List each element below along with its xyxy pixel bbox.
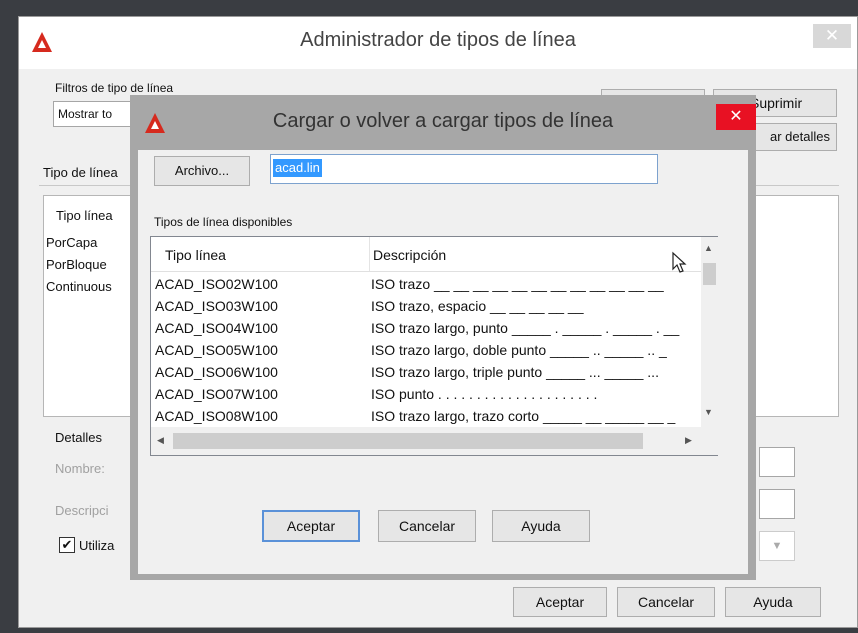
column-divider: [369, 237, 370, 271]
use-checkbox-label: Utiliza: [79, 538, 115, 553]
row-type: ACAD_ISO02W100: [155, 276, 278, 292]
list-item[interactable]: PorCapa: [46, 235, 97, 250]
row-type: ACAD_ISO08W100: [155, 408, 278, 424]
outer-close-button[interactable]: ✕: [813, 24, 851, 48]
description-label: Descripci: [55, 503, 109, 518]
filter-label: Filtros de tipo de línea: [55, 81, 174, 95]
row-description: ISO punto . . . . . . . . . . . . . . . …: [371, 386, 598, 402]
outer-help-button[interactable]: Ayuda: [725, 587, 821, 617]
scroll-down-icon[interactable]: ▼: [704, 407, 713, 417]
vertical-scroll-thumb[interactable]: [703, 263, 716, 285]
row-description: ISO trazo largo, triple punto _____ ... …: [371, 364, 659, 380]
filter-select-value: Mostrar to: [58, 107, 113, 121]
row-type: ACAD_ISO05W100: [155, 342, 278, 358]
vertical-scrollbar[interactable]: ▲ ▼: [701, 237, 718, 427]
row-description: ISO trazo largo, punto _____ . _____ . _…: [371, 320, 680, 336]
details-button-label: ar detalles: [770, 129, 830, 144]
scale-field[interactable]: [759, 489, 795, 519]
file-button[interactable]: Archivo...: [154, 156, 250, 186]
row-description: ISO trazo, espacio __ __ __ __ __: [371, 298, 584, 314]
row-type: ACAD_ISO04W100: [155, 320, 278, 336]
outer-ok-button[interactable]: Aceptar: [513, 587, 607, 617]
column-header-description[interactable]: Descripción: [373, 247, 446, 263]
scroll-right-icon[interactable]: ▶: [685, 435, 692, 446]
mouse-cursor-icon: [672, 251, 687, 273]
row-description: ISO trazo __ __ __ __ __ __ __ __ __ __ …: [371, 276, 664, 292]
name-label: Nombre:: [55, 461, 105, 476]
column-header-type[interactable]: Tipo línea: [165, 247, 226, 263]
row-type: ACAD_ISO03W100: [155, 298, 278, 314]
row-description: ISO trazo largo, trazo corto _____ __ __…: [371, 408, 676, 424]
file-name-value: acad.lin: [273, 159, 322, 177]
file-name-input[interactable]: acad.lin: [270, 154, 658, 184]
outer-cancel-button[interactable]: Cancelar: [617, 587, 715, 617]
row-type: ACAD_ISO07W100: [155, 386, 278, 402]
scroll-left-icon[interactable]: ◀: [157, 435, 164, 446]
list-header: Tipo línea Descripción: [151, 237, 701, 273]
horizontal-scrollbar[interactable]: ◀ ▶: [151, 427, 718, 455]
inner-cancel-button[interactable]: Cancelar: [378, 510, 476, 542]
scroll-up-icon[interactable]: ▲: [704, 243, 713, 253]
inner-help-button[interactable]: Ayuda: [492, 510, 590, 542]
horizontal-scroll-thumb[interactable]: [173, 433, 643, 449]
pen-width-select[interactable]: ▼: [759, 531, 795, 561]
inner-titlebar[interactable]: Cargar o volver a cargar tipos de línea …: [138, 104, 756, 150]
use-checkbox[interactable]: ✔: [59, 537, 75, 553]
linetype-tab-label: Tipo de línea: [43, 165, 118, 180]
inner-dialog-title: Cargar o volver a cargar tipos de línea: [272, 110, 614, 132]
details-group-label: Detalles: [55, 430, 102, 445]
row-description: ISO trazo largo, doble punto _____ .. __…: [371, 342, 667, 358]
available-linetypes-label: Tipos de línea disponibles: [154, 215, 293, 229]
inner-ok-button[interactable]: Aceptar: [262, 510, 360, 542]
available-linetypes-list[interactable]: Tipo línea Descripción ACAD_ISO02W100 IS…: [150, 236, 718, 456]
outer-titlebar[interactable]: Administrador de tipos de línea ✕: [19, 17, 857, 69]
chevron-down-icon: ▼: [771, 540, 783, 552]
scale-field[interactable]: [759, 447, 795, 477]
list-item[interactable]: PorBloque: [46, 257, 107, 272]
load-linetypes-dialog: Cargar o volver a cargar tipos de línea …: [138, 104, 756, 574]
list-column-header: Tipo línea: [56, 208, 113, 223]
inner-close-button[interactable]: ✕: [716, 104, 756, 130]
list-item[interactable]: Continuous: [46, 279, 112, 294]
row-type: ACAD_ISO06W100: [155, 364, 278, 380]
outer-window-title: Administrador de tipos de línea: [300, 29, 576, 51]
